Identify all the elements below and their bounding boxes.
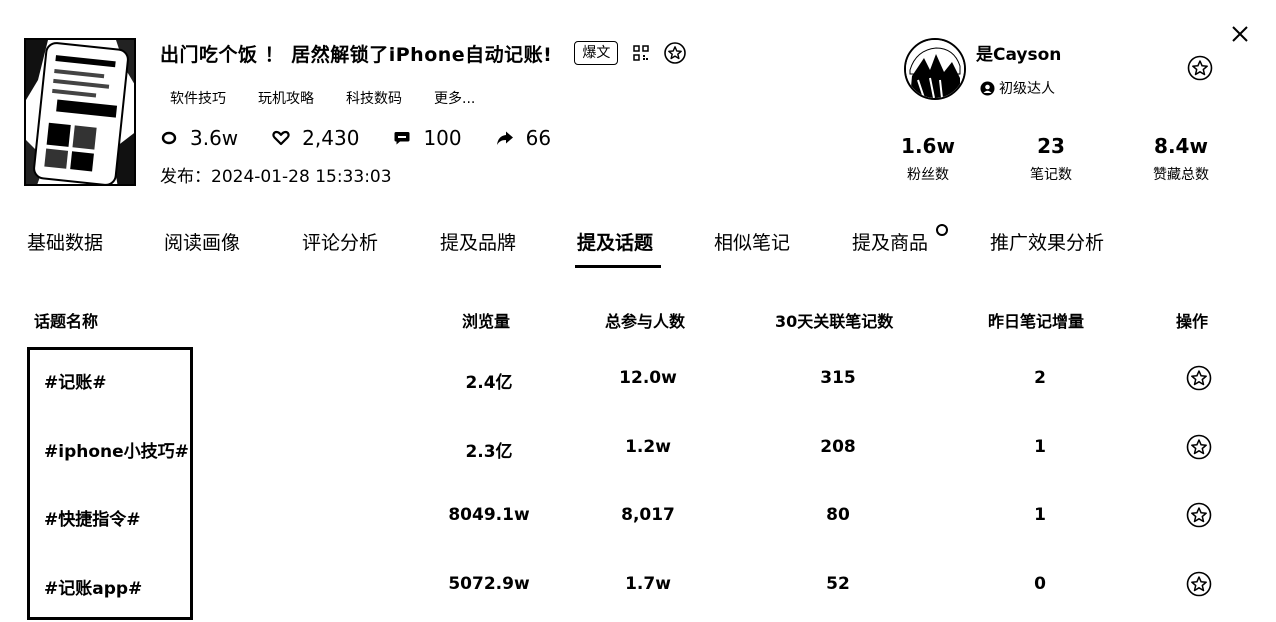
shares-count: 66 bbox=[525, 126, 552, 150]
qrcode-icon[interactable] bbox=[630, 42, 652, 64]
topic-notes-30d: 315 bbox=[820, 368, 856, 388]
note-cover-image bbox=[24, 38, 136, 186]
likes-count: 2,430 bbox=[302, 126, 360, 150]
col-header-topic: 话题名称 bbox=[34, 312, 99, 331]
tab-mentioned-products[interactable]: 提及商品 bbox=[852, 228, 928, 255]
user-badge-icon bbox=[980, 81, 995, 96]
tab-basic-data[interactable]: 基础数据 bbox=[27, 228, 103, 255]
tab-promotion-analysis[interactable]: 推广效果分析 bbox=[990, 228, 1104, 255]
hot-badge: 爆文 bbox=[574, 41, 619, 65]
share-icon bbox=[496, 129, 514, 147]
star-icon[interactable] bbox=[1186, 571, 1212, 597]
col-header-notes-30d[interactable]: 30天关联笔记数 bbox=[775, 308, 893, 332]
topic-participants: 12.0w bbox=[619, 368, 677, 388]
tab-comment-analysis[interactable]: 评论分析 bbox=[302, 228, 378, 255]
topic-notes-30d: 80 bbox=[826, 505, 850, 525]
tab-reader-profile[interactable]: 阅读画像 bbox=[164, 228, 240, 255]
follow-star-icon[interactable] bbox=[1187, 55, 1213, 81]
comments-stat: 100 bbox=[393, 126, 462, 150]
publish-time: 发布：2024-01-28 15:33:03 bbox=[160, 162, 392, 187]
active-tab-indicator bbox=[575, 265, 661, 268]
notes-stat: 23 笔记数 bbox=[996, 134, 1106, 184]
close-icon[interactable] bbox=[1228, 22, 1252, 46]
note-title: 出门吃个饭 ！ 居然解锁了iPhone自动记账! bbox=[160, 43, 553, 66]
author-level: 初级达人 bbox=[980, 78, 1055, 98]
topic-participants: 1.7w bbox=[625, 574, 671, 594]
topic-yesterday: 0 bbox=[1034, 574, 1046, 594]
col-header-views[interactable]: 浏览量 bbox=[462, 308, 510, 332]
topic-yesterday: 1 bbox=[1034, 437, 1046, 457]
tab-mentioned-topics[interactable]: 提及话题 bbox=[577, 228, 653, 255]
col-header-actions: 操作 bbox=[1176, 312, 1209, 331]
likes-collects-label: 赞藏总数 bbox=[1153, 167, 1209, 183]
author-level-label: 初级达人 bbox=[999, 81, 1055, 97]
star-icon[interactable] bbox=[1186, 502, 1212, 528]
topic-highlight-box bbox=[27, 347, 193, 620]
topic-views: 8049.1w bbox=[448, 505, 530, 525]
topic-notes-30d: 52 bbox=[826, 574, 850, 594]
likes-collects-stat: 8.4w 赞藏总数 bbox=[1126, 134, 1236, 184]
shares-stat: 66 bbox=[496, 126, 551, 150]
new-dot-indicator bbox=[936, 224, 948, 236]
heart-icon bbox=[272, 129, 290, 147]
views-count: 3.6w bbox=[190, 126, 239, 150]
col-header-yesterday[interactable]: 昨日笔记增量 bbox=[988, 308, 1084, 332]
topic-yesterday: 2 bbox=[1034, 368, 1046, 388]
comment-icon bbox=[393, 129, 411, 147]
topic-participants: 8,017 bbox=[621, 505, 675, 525]
tab-mentioned-brands[interactable]: 提及品牌 bbox=[440, 228, 516, 255]
comments-count: 100 bbox=[423, 126, 462, 150]
author-name[interactable]: 是Cayson bbox=[976, 40, 1061, 65]
star-icon[interactable] bbox=[1186, 434, 1212, 460]
topic-views: 5072.9w bbox=[448, 574, 530, 594]
tab-bar: 基础数据 阅读画像 评论分析 提及品牌 提及话题 相似笔记 提及商品 推广效果分… bbox=[0, 228, 1276, 270]
topic-notes-30d: 208 bbox=[820, 437, 856, 457]
publish-datetime: 2024-01-28 15:33:03 bbox=[211, 167, 392, 187]
star-icon[interactable] bbox=[1186, 365, 1212, 391]
fans-count: 1.6w bbox=[901, 134, 955, 158]
tag-item[interactable]: 科技数码 bbox=[346, 88, 402, 108]
topic-yesterday: 1 bbox=[1034, 505, 1046, 525]
avatar[interactable] bbox=[904, 38, 966, 100]
notes-label: 笔记数 bbox=[1030, 167, 1072, 183]
col-header-participants[interactable]: 总参与人数 bbox=[605, 308, 685, 332]
topic-views: 2.4亿 bbox=[465, 373, 513, 393]
eye-icon bbox=[160, 129, 178, 147]
views-stat: 3.6w bbox=[160, 126, 238, 150]
fans-label: 粉丝数 bbox=[907, 167, 949, 183]
notes-count: 23 bbox=[1037, 134, 1065, 158]
topic-participants: 1.2w bbox=[625, 437, 671, 457]
topic-views: 2.3亿 bbox=[465, 442, 513, 462]
tags-more-link[interactable]: 更多... bbox=[434, 88, 475, 108]
likes-stat: 2,430 bbox=[272, 126, 359, 150]
tag-item[interactable]: 玩机攻略 bbox=[258, 88, 314, 108]
fans-stat: 1.6w 粉丝数 bbox=[873, 134, 983, 184]
tag-item[interactable]: 软件技巧 bbox=[170, 88, 226, 108]
likes-collects-count: 8.4w bbox=[1154, 134, 1208, 158]
publish-label: 发布： bbox=[160, 167, 211, 187]
tab-similar-notes[interactable]: 相似笔记 bbox=[714, 228, 790, 255]
star-icon[interactable] bbox=[664, 42, 687, 64]
